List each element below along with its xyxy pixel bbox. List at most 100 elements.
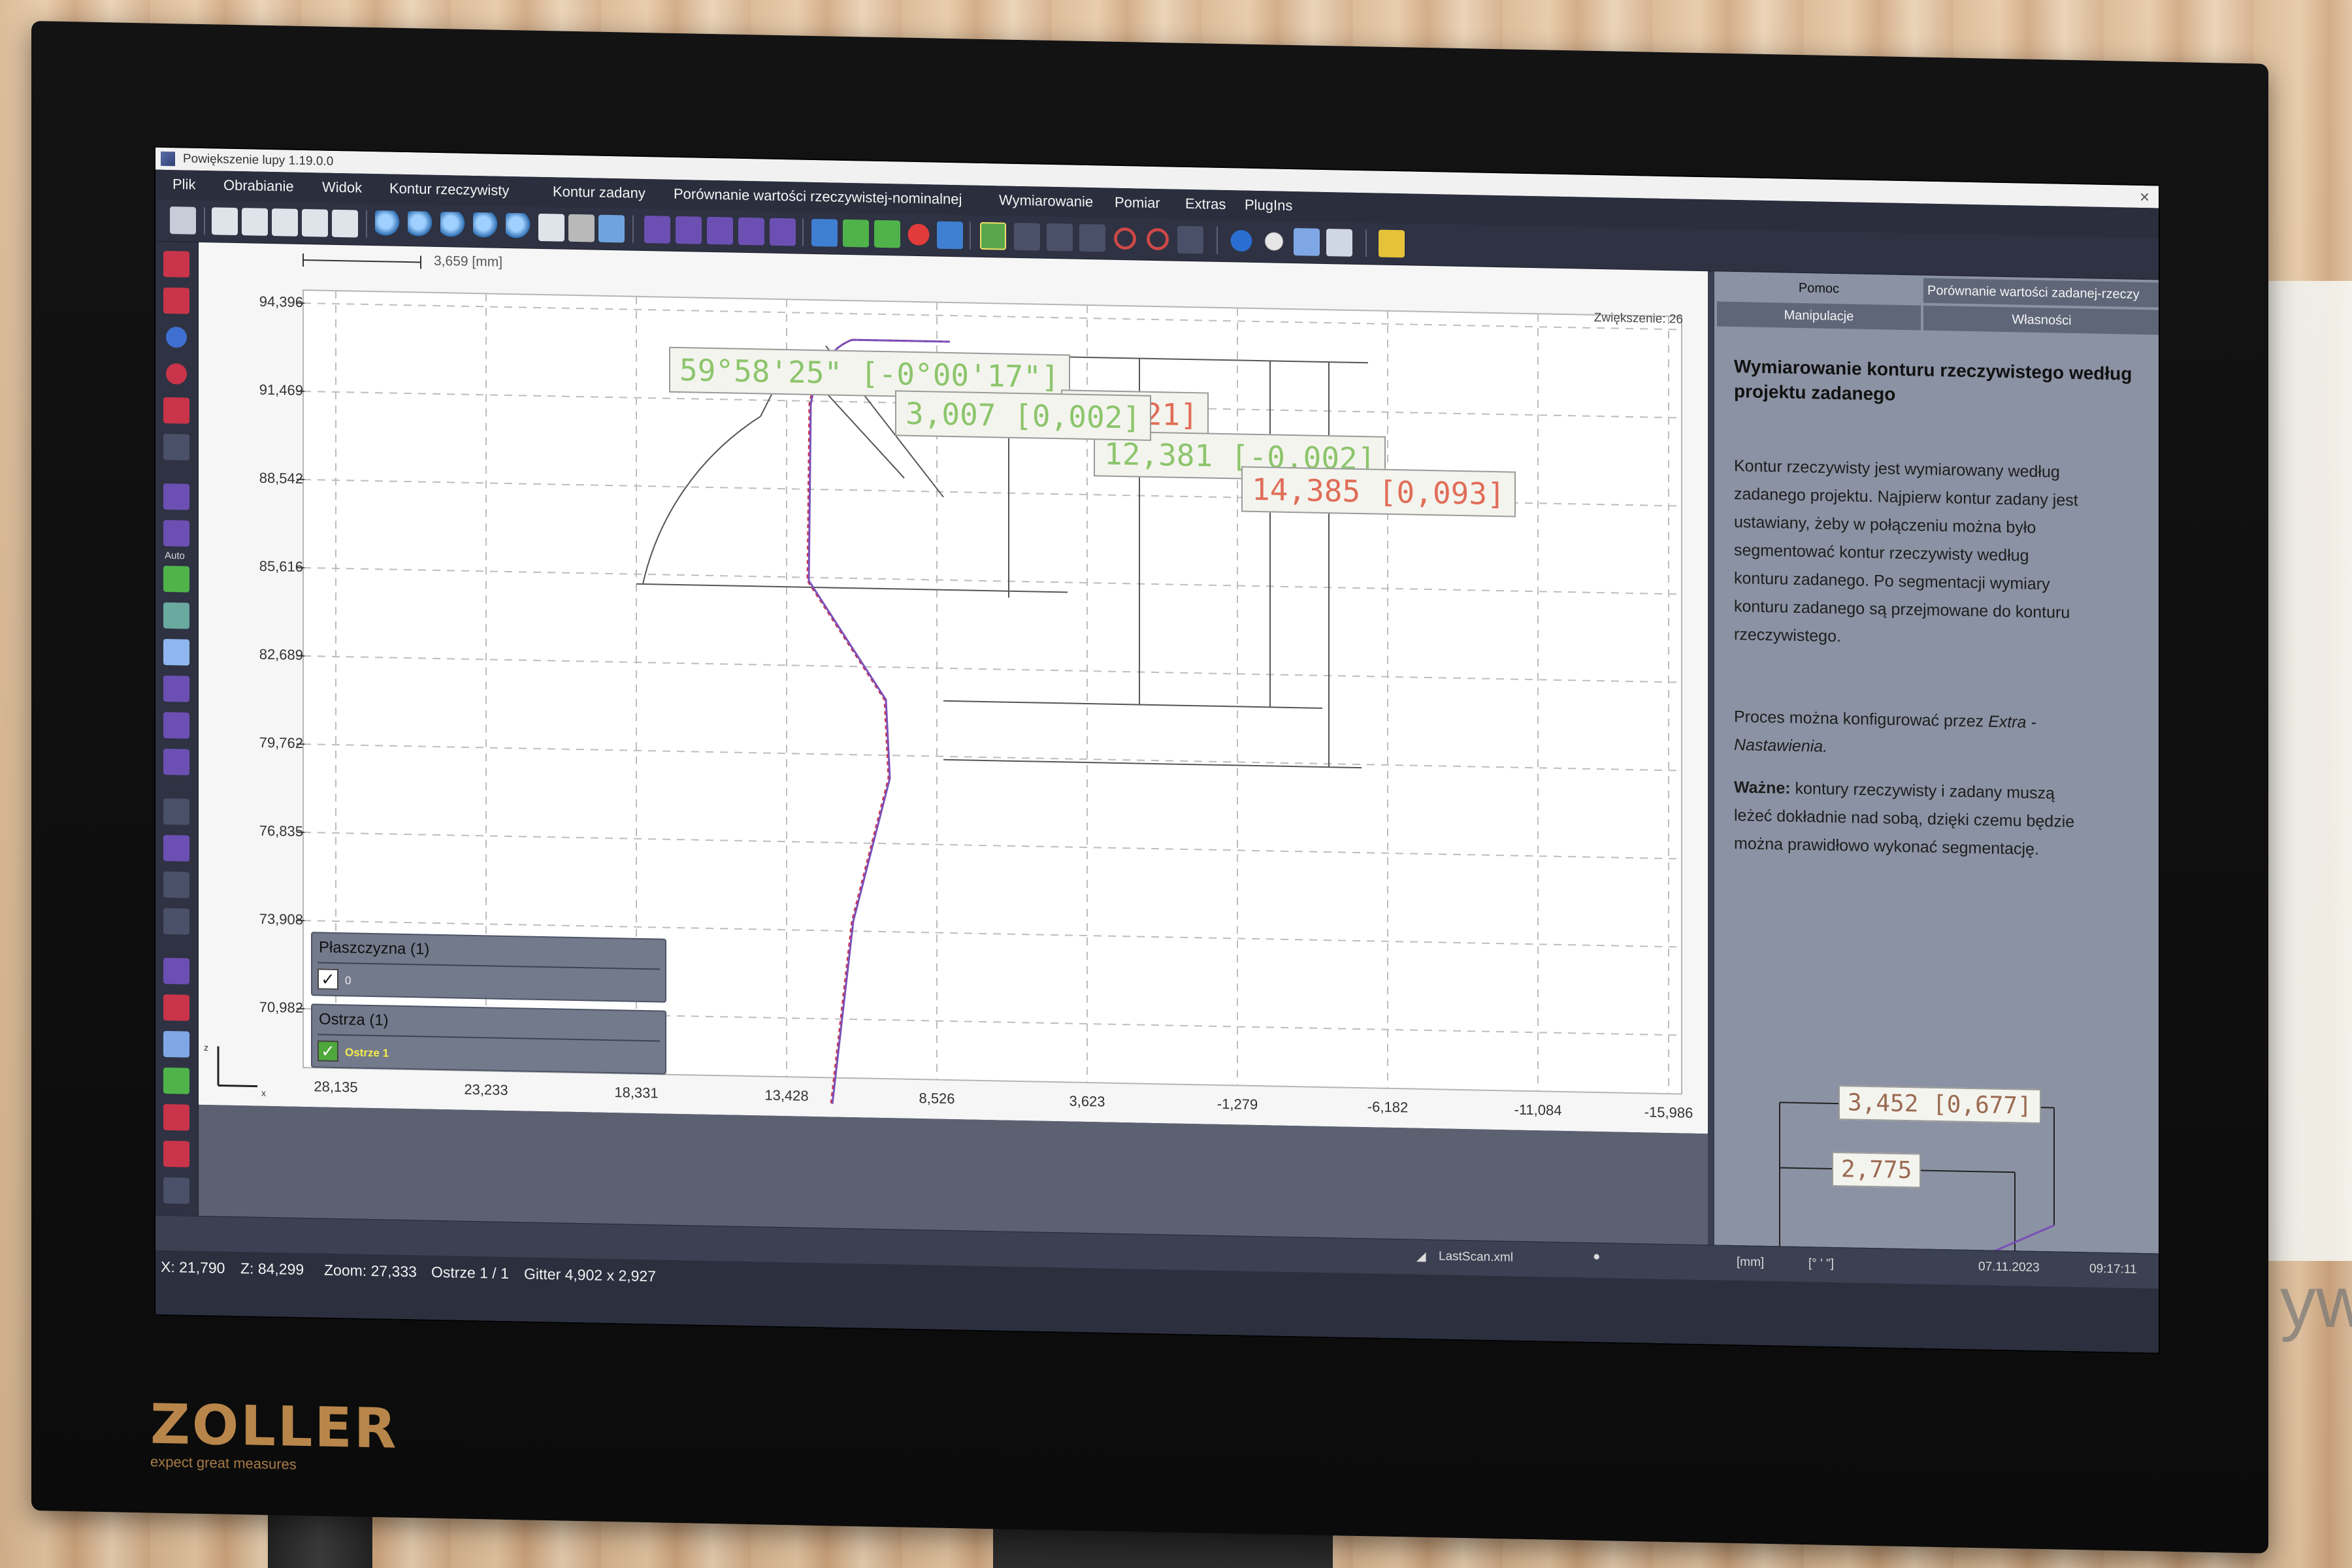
mirror-vertical-icon[interactable]: [163, 250, 189, 278]
plugin-icon[interactable]: [1379, 229, 1405, 258]
extra-tool-icon[interactable]: [163, 1177, 189, 1204]
undo-icon[interactable]: [937, 221, 963, 250]
layer-tool-icon[interactable]: [163, 994, 189, 1021]
align-tool-icon[interactable]: [163, 907, 189, 935]
mirror-horizontal-icon[interactable]: [163, 287, 189, 314]
import-icon[interactable]: [242, 208, 268, 236]
rectangle-tool-icon[interactable]: [163, 871, 189, 898]
export-icon[interactable]: [272, 208, 298, 237]
node-delete-icon[interactable]: [163, 748, 189, 776]
image-view-icon[interactable]: [163, 602, 189, 629]
legend-entry: Ostrze 1: [345, 1046, 389, 1060]
menu-pomiar[interactable]: Pomiar: [1115, 194, 1160, 212]
close-button[interactable]: ×: [2140, 187, 2149, 207]
chamfer-dim-icon[interactable]: [1145, 225, 1171, 253]
zoom-previous-icon[interactable]: [506, 212, 532, 241]
menu-kontur-zadany[interactable]: Kontur zadany: [553, 183, 645, 202]
angle-unit[interactable]: [° ' "]: [1808, 1256, 1834, 1271]
node-insert-icon[interactable]: [163, 711, 189, 739]
segment-icon[interactable]: [843, 219, 869, 248]
figure-dimension-label: 3,452 [0,677]: [1838, 1085, 2041, 1124]
user-icon[interactable]: ●: [1593, 1250, 1600, 1264]
settings-icon[interactable]: [1261, 227, 1287, 255]
tab-wlasnosci[interactable]: Własności: [1923, 305, 2160, 335]
contour-rotate-icon[interactable]: [770, 218, 796, 246]
tab-manipulacje[interactable]: Manipulacje: [1717, 301, 1921, 331]
legend-plane: Płaszczyzna (1) ✓ 0: [311, 932, 666, 1003]
menu-widok[interactable]: Widok: [322, 179, 362, 197]
chain-tool-icon[interactable]: [163, 957, 189, 985]
cancel-icon[interactable]: [906, 220, 932, 249]
legend-title: Ostrza (1): [319, 1010, 389, 1030]
x-coordinate: X: 21,790: [161, 1258, 225, 1277]
path-tool-icon[interactable]: [163, 834, 189, 862]
profile-delete-icon[interactable]: [163, 1103, 189, 1131]
save-icon[interactable]: [302, 208, 328, 237]
scale-label: 3,659 [mm]: [434, 253, 503, 270]
contour-plot[interactable]: 3,659 [mm] Zwiększenie: 26 94,396 91,469…: [199, 242, 1708, 1134]
zoom-fit-icon[interactable]: [375, 210, 401, 238]
date-display: 07.11.2023: [1978, 1260, 2040, 1275]
menu-kontur-rzeczywisty[interactable]: Kontur rzeczywisty: [389, 180, 509, 200]
plane-checkbox[interactable]: ✓: [318, 968, 338, 990]
arrow-dim-icon[interactable]: [1177, 225, 1203, 254]
profile-check-icon[interactable]: [163, 1067, 189, 1094]
zoom-in-icon[interactable]: [408, 211, 434, 239]
fill-icon[interactable]: [874, 220, 900, 248]
columns-icon[interactable]: [163, 638, 189, 666]
length-dimension-label[interactable]: 14,385 [0,093]: [1241, 466, 1516, 517]
line-dim-icon[interactable]: [1014, 222, 1040, 251]
auto-run-icon[interactable]: [163, 565, 189, 593]
x-tick-label: -11,084: [1514, 1101, 1562, 1119]
measure-icon[interactable]: [568, 214, 595, 242]
angle-dim-icon[interactable]: [1047, 223, 1073, 252]
delete-icon[interactable]: [170, 206, 196, 235]
menu-plik[interactable]: Plik: [172, 176, 195, 193]
background-sign-text: ywa: [2280, 1262, 2352, 1343]
checklist-icon[interactable]: [1326, 229, 1352, 257]
node-edit-icon[interactable]: [163, 675, 189, 702]
zoom-out-icon[interactable]: [440, 212, 466, 240]
contour-select-icon[interactable]: [644, 216, 670, 244]
radius-dim-icon[interactable]: [1079, 223, 1105, 252]
template-icon[interactable]: [811, 218, 838, 247]
menu-extras[interactable]: Extras: [1185, 195, 1226, 213]
auto-contour-icon[interactable]: [163, 483, 189, 510]
delete-point-icon[interactable]: [163, 397, 189, 424]
print-icon[interactable]: [332, 209, 358, 238]
auto-detect-icon[interactable]: [163, 519, 189, 547]
length-unit[interactable]: [mm]: [1737, 1255, 1764, 1270]
menu-wymiarowanie[interactable]: Wymiarowanie: [999, 191, 1093, 210]
contour-merge-icon[interactable]: [707, 216, 733, 245]
length-dimension-label[interactable]: 3,007 [0,002]: [895, 390, 1152, 441]
circle-tool-icon[interactable]: [163, 360, 189, 387]
profile-cancel-icon[interactable]: [163, 1140, 189, 1168]
info-icon[interactable]: [1228, 227, 1254, 255]
active-tool-icon[interactable]: [980, 221, 1006, 250]
angle-tool-icon[interactable]: [163, 433, 189, 461]
diameter-dim-icon[interactable]: [1112, 224, 1138, 253]
help-important: Ważne:: [1734, 778, 1791, 798]
y-tick-label: 70,982: [259, 998, 303, 1016]
menu-porownanie[interactable]: Porównanie wartości rzeczywistej-nominal…: [674, 186, 962, 208]
tab-pomoc[interactable]: Pomoc: [1717, 274, 1921, 303]
zoom-window-icon[interactable]: [473, 212, 499, 240]
file-name[interactable]: LastScan.xml: [1439, 1249, 1513, 1265]
toolbar-separator: [632, 215, 634, 243]
grid-icon[interactable]: [538, 213, 564, 242]
brand-logo: ZOLLER expect great measures: [150, 1392, 398, 1475]
blade-checkbox[interactable]: ✓: [318, 1040, 338, 1062]
pie-tool-icon[interactable]: [163, 323, 189, 351]
menu-plugins[interactable]: PlugIns: [1245, 197, 1292, 214]
profile-tool-icon[interactable]: [163, 1030, 189, 1058]
report-icon[interactable]: [1294, 228, 1320, 256]
scale-bar: [302, 253, 421, 269]
contour-split-icon[interactable]: [676, 216, 702, 244]
tab-porownanie[interactable]: Porównanie wartości zadanej-rzeczy: [1923, 278, 2160, 308]
zoom-value: Zoom: 27,333: [324, 1261, 417, 1281]
open-file-icon[interactable]: [212, 207, 238, 236]
snap-icon[interactable]: [598, 214, 625, 243]
frame-tool-icon[interactable]: [163, 798, 189, 825]
menu-obrabianie[interactable]: Obrabianie: [223, 177, 294, 195]
contour-move-icon[interactable]: [738, 217, 764, 246]
